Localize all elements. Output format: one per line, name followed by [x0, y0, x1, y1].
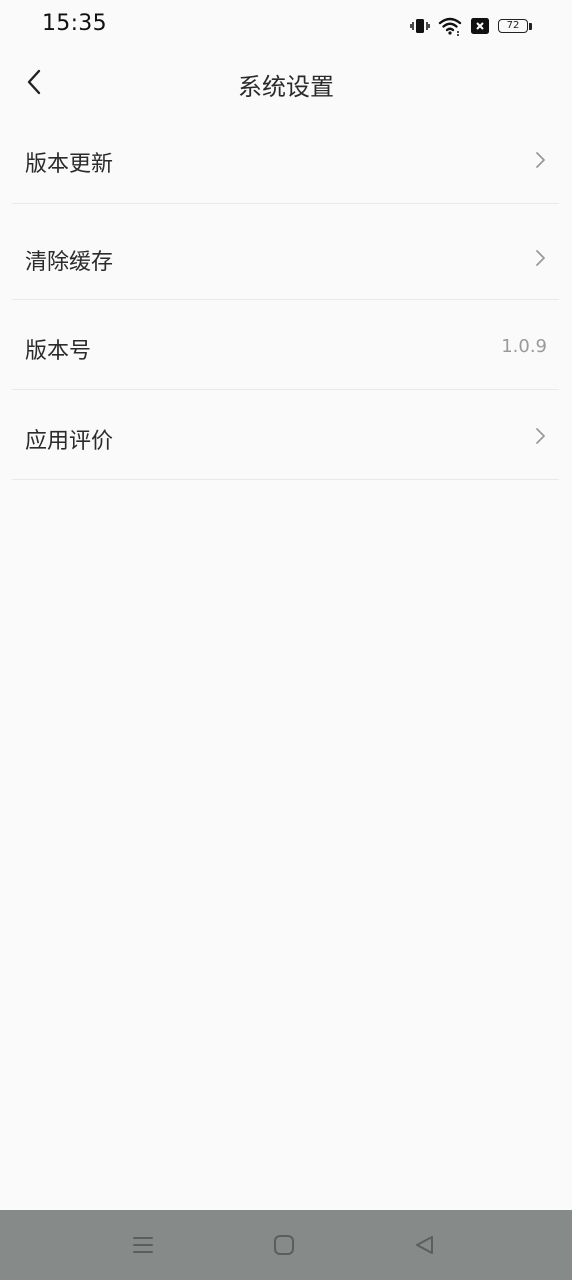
chevron-right-icon — [536, 152, 545, 168]
chevron-right-icon — [536, 428, 545, 444]
home-icon — [274, 1235, 294, 1255]
settings-item-label: 清除缓存 — [25, 250, 114, 275]
page-title: 系统设置 — [238, 73, 334, 101]
home-button[interactable] — [269, 1230, 299, 1260]
battery-level: 72 — [506, 19, 520, 31]
settings-item-label: 版本号 — [25, 339, 92, 364]
settings-item-app-rating[interactable]: 应用评价 — [12, 390, 559, 480]
wifi-icon — [438, 16, 462, 36]
battery-icon: 72 — [498, 18, 532, 35]
back-triangle-icon — [416, 1236, 433, 1254]
recent-apps-button[interactable] — [128, 1230, 158, 1260]
title-bar: 系统设置 — [0, 56, 572, 112]
settings-item-label: 版本更新 — [25, 152, 114, 177]
status-time: 15:35 — [42, 11, 107, 36]
settings-item-label: 应用评价 — [25, 429, 114, 454]
menu-icon — [133, 1237, 153, 1253]
version-value: 1.0.9 — [501, 336, 547, 357]
system-nav-bar — [0, 1210, 572, 1280]
settings-item-version-number: 版本号 1.0.9 — [12, 300, 559, 390]
status-icons: 72 — [410, 14, 532, 38]
nav-back-button[interactable] — [409, 1230, 439, 1260]
settings-item-version-update[interactable]: 版本更新 — [12, 114, 559, 204]
settings-list: 版本更新 清除缓存 版本号 1.0.9 应用评价 — [12, 114, 559, 480]
chevron-right-icon — [536, 250, 545, 266]
settings-item-clear-cache[interactable]: 清除缓存 — [12, 204, 559, 300]
sim-error-icon — [470, 17, 490, 35]
vibrate-icon — [410, 16, 430, 36]
status-bar: 15:35 72 — [0, 0, 572, 50]
